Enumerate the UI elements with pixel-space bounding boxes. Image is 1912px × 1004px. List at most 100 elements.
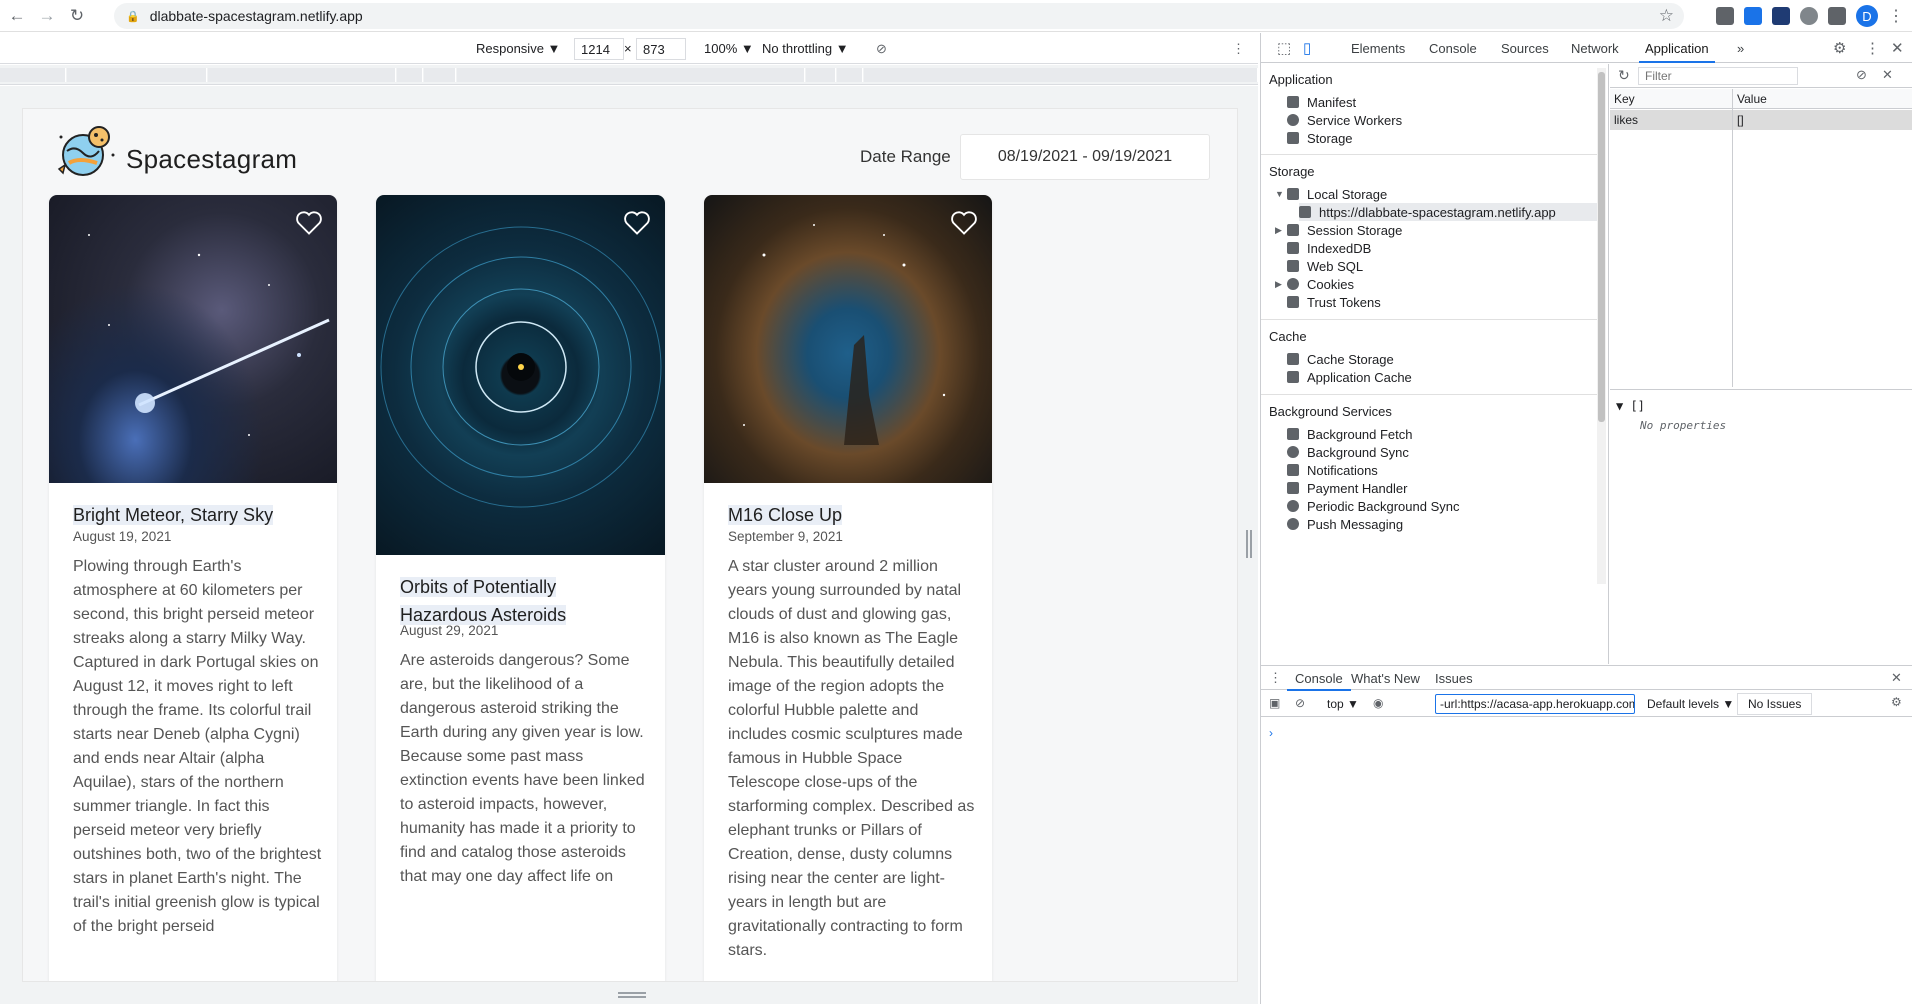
viewport-bottom-resize-handle[interactable] bbox=[618, 992, 646, 998]
post-title: Orbits of Potentially Hazardous Asteroid… bbox=[400, 577, 567, 625]
media-query-bar[interactable] bbox=[67, 68, 207, 82]
extension-icon[interactable] bbox=[1744, 7, 1762, 25]
collapsed-arrow-icon[interactable]: ▶ bbox=[1275, 225, 1282, 236]
tab-sources[interactable]: Sources bbox=[1501, 41, 1549, 56]
browser-menu-icon[interactable]: ⋮ bbox=[1888, 6, 1904, 26]
sidebar-item-service-workers[interactable]: Service Workers bbox=[1287, 111, 1402, 129]
react-devtools-icon[interactable] bbox=[1772, 7, 1790, 25]
table-row[interactable]: likes [] bbox=[1610, 110, 1912, 130]
shield-icon[interactable] bbox=[1800, 7, 1818, 25]
clear-all-icon[interactable]: ⊘ bbox=[1856, 67, 1867, 83]
tab-elements[interactable]: Elements bbox=[1351, 41, 1405, 56]
expanded-arrow-icon[interactable]: ▼ bbox=[1275, 189, 1284, 199]
sidebar-item-session-storage[interactable]: ▶ Session Storage bbox=[1275, 221, 1402, 239]
sidebar-item-application-cache[interactable]: Application Cache bbox=[1287, 368, 1412, 386]
clear-console-icon[interactable]: ⊘ bbox=[1295, 696, 1305, 710]
sidebar-item-local-storage[interactable]: ▼ Local Storage bbox=[1275, 185, 1387, 203]
viewport-side-resize-handle[interactable] bbox=[1246, 530, 1252, 558]
table-header: Key Value bbox=[1610, 89, 1912, 109]
row-value[interactable]: [] bbox=[1737, 113, 1744, 127]
sidebar-item-indexeddb[interactable]: IndexedDB bbox=[1287, 239, 1371, 257]
console-prompt[interactable]: › bbox=[1269, 726, 1273, 740]
bookmark-star-icon[interactable]: ☆ bbox=[1659, 6, 1674, 26]
forward-icon[interactable]: → bbox=[34, 3, 60, 29]
sidebar-scrollbar[interactable] bbox=[1597, 68, 1606, 584]
divider bbox=[1261, 319, 1601, 320]
reload-icon[interactable]: ↻ bbox=[64, 3, 90, 29]
collapsed-arrow-icon[interactable]: ▶ bbox=[1275, 279, 1282, 290]
scrollbar-thumb[interactable] bbox=[1598, 72, 1605, 422]
log-levels-select[interactable]: Default levels ▼ bbox=[1647, 697, 1734, 711]
cloud-icon bbox=[1287, 518, 1299, 530]
tab-application[interactable]: Application bbox=[1639, 41, 1715, 63]
sidebar-item-trust-tokens[interactable]: Trust Tokens bbox=[1287, 293, 1381, 311]
close-icon[interactable]: ✕ bbox=[1891, 39, 1904, 57]
sidebar-item-payment-handler[interactable]: Payment Handler bbox=[1287, 479, 1407, 497]
settings-gear-icon[interactable]: ⚙ bbox=[1833, 39, 1846, 57]
column-header-value[interactable]: Value bbox=[1737, 92, 1767, 106]
clock-icon bbox=[1287, 500, 1299, 512]
media-query-bar[interactable] bbox=[864, 68, 1258, 82]
tab-network[interactable]: Network bbox=[1571, 41, 1619, 56]
post-image bbox=[49, 195, 337, 483]
media-query-bar[interactable] bbox=[837, 68, 863, 82]
console-settings-icon[interactable]: ⚙ bbox=[1891, 695, 1902, 709]
context-select[interactable]: top ▼ bbox=[1327, 697, 1359, 711]
drawer-tab-console[interactable]: Console bbox=[1287, 671, 1351, 691]
close-drawer-icon[interactable]: ✕ bbox=[1891, 670, 1902, 686]
eye-icon[interactable]: ◉ bbox=[1373, 696, 1383, 710]
media-query-bar[interactable] bbox=[424, 68, 456, 82]
media-query-bar[interactable] bbox=[0, 68, 66, 82]
date-range-input[interactable]: 08/19/2021 - 09/19/2021 bbox=[960, 134, 1210, 180]
drawer-menu-icon[interactable]: ⋮ bbox=[1269, 670, 1282, 686]
media-query-bar[interactable] bbox=[397, 68, 423, 82]
puzzle-icon[interactable] bbox=[1828, 7, 1846, 25]
tab-console[interactable]: Console bbox=[1429, 41, 1477, 56]
drawer-tab-whats-new[interactable]: What's New bbox=[1351, 671, 1420, 686]
sidebar-item-storage[interactable]: Storage bbox=[1287, 129, 1353, 147]
sidebar-item-web-sql[interactable]: Web SQL bbox=[1287, 257, 1363, 275]
sidebar-item-local-storage-origin[interactable]: https://dlabbate-spacestagram.netlify.ap… bbox=[1299, 203, 1597, 221]
device-toggle-icon[interactable]: ▯ bbox=[1303, 39, 1311, 57]
refresh-icon[interactable]: ↻ bbox=[1618, 67, 1630, 84]
sidebar-item-manifest[interactable]: Manifest bbox=[1287, 93, 1356, 111]
column-header-key[interactable]: Key bbox=[1614, 92, 1635, 106]
device-mode-select[interactable]: Responsive ▼ bbox=[476, 41, 560, 56]
media-query-bar[interactable] bbox=[208, 68, 396, 82]
sidebar-item-background-fetch[interactable]: Background Fetch bbox=[1287, 425, 1413, 443]
device-menu-icon[interactable]: ⋮ bbox=[1232, 41, 1245, 57]
width-input[interactable]: 1214 bbox=[574, 38, 624, 60]
height-input[interactable]: 873 bbox=[636, 38, 686, 60]
row-key[interactable]: likes bbox=[1614, 113, 1638, 127]
issues-button[interactable]: No Issues bbox=[1737, 693, 1813, 715]
sidebar-item-background-sync[interactable]: Background Sync bbox=[1287, 443, 1409, 461]
back-icon[interactable]: ← bbox=[4, 3, 30, 29]
sidebar-item-push-messaging[interactable]: Push Messaging bbox=[1287, 515, 1403, 533]
sidebar-toggle-icon[interactable]: ▣ bbox=[1269, 696, 1280, 710]
console-filter-input[interactable]: -url:https://acasa-app.herokuapp.com/ bbox=[1435, 694, 1635, 714]
column-divider bbox=[1732, 89, 1733, 387]
throttle-select[interactable]: No throttling ▼ bbox=[762, 41, 849, 56]
delete-selected-icon[interactable]: ✕ bbox=[1882, 67, 1893, 83]
profile-avatar[interactable]: D bbox=[1856, 5, 1878, 27]
zoom-select[interactable]: 100% ▼ bbox=[704, 41, 754, 56]
inspect-icon[interactable]: ⬚ bbox=[1277, 39, 1291, 57]
sidebar-item-cache-storage[interactable]: Cache Storage bbox=[1287, 350, 1394, 368]
value-preview-tree[interactable]: ▼ [] bbox=[1616, 399, 1645, 413]
media-query-bar[interactable] bbox=[806, 68, 836, 82]
filter-input[interactable] bbox=[1638, 67, 1798, 85]
heart-icon[interactable] bbox=[950, 210, 978, 236]
rotate-icon[interactable]: ⊘ bbox=[876, 41, 887, 57]
lock-icon[interactable]: 🔒 bbox=[126, 10, 140, 23]
sidebar-item-periodic-background-sync[interactable]: Periodic Background Sync bbox=[1287, 497, 1459, 515]
heart-icon[interactable] bbox=[295, 210, 323, 236]
media-query-bar[interactable] bbox=[457, 68, 805, 82]
heart-icon[interactable] bbox=[623, 210, 651, 236]
sidebar-item-notifications[interactable]: Notifications bbox=[1287, 461, 1378, 479]
more-tabs-icon[interactable]: » bbox=[1737, 41, 1744, 56]
address-bar[interactable]: 🔒 dlabbate-spacestagram.netlify.app ☆ bbox=[114, 3, 1684, 29]
extension-icon[interactable] bbox=[1716, 7, 1734, 25]
devtools-menu-icon[interactable]: ⋮ bbox=[1865, 39, 1880, 57]
drawer-tab-issues[interactable]: Issues bbox=[1435, 671, 1473, 686]
sidebar-item-cookies[interactable]: ▶ Cookies bbox=[1275, 275, 1354, 293]
